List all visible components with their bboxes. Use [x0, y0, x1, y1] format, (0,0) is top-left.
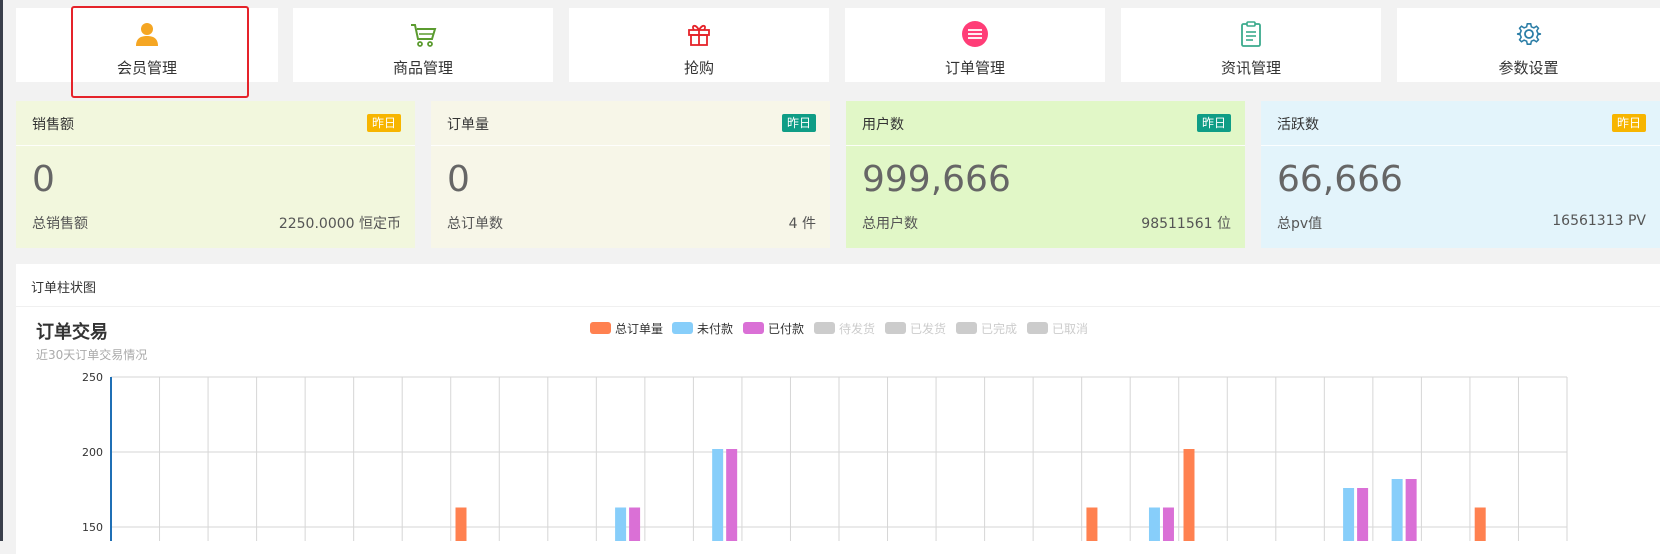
- y-tick-label: 150: [82, 521, 103, 534]
- bar-未付款: [712, 449, 724, 541]
- bar-已付款: [1405, 479, 1417, 541]
- bar-未付款: [1148, 507, 1160, 541]
- bar-总订单量: [1183, 449, 1195, 541]
- y-tick-label: 250: [82, 371, 103, 384]
- bar-未付款: [1391, 479, 1403, 541]
- bar-已付款: [726, 449, 738, 541]
- bar-未付款: [1343, 488, 1355, 541]
- bar-已付款: [1357, 488, 1369, 541]
- bar-总订单量: [455, 507, 467, 541]
- bar-总订单量: [1086, 507, 1098, 541]
- bar-总订单量: [1474, 507, 1486, 541]
- bar-已付款: [629, 507, 641, 541]
- y-tick-label: 200: [82, 446, 103, 459]
- bar-未付款: [615, 507, 627, 541]
- bar-已付款: [1162, 507, 1174, 541]
- bar-chart: 150 200 250: [82, 371, 1568, 541]
